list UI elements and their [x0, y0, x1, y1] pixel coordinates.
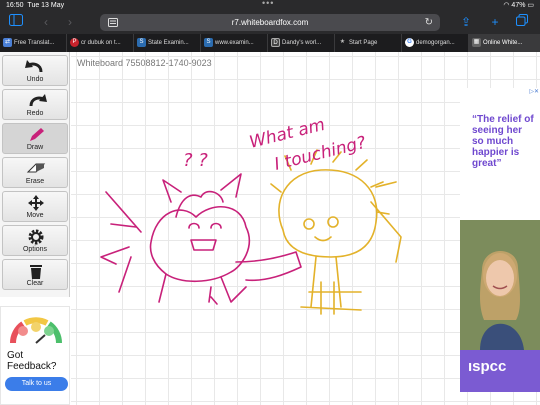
tab-google[interactable]: Gdemogorgan... — [402, 34, 469, 52]
url-text: r7.whiteboardfox.com — [231, 18, 309, 27]
question-marks: ? ? — [183, 150, 208, 171]
eraser-icon — [26, 163, 46, 173]
star-icon: ★ — [339, 39, 346, 45]
move-button[interactable]: Move — [2, 191, 68, 222]
status-time: 16:50 Tue 13 May — [6, 2, 65, 9]
clear-button[interactable]: Clear — [2, 259, 68, 290]
tab-dandys-world[interactable]: D Dandy's worl... — [268, 34, 335, 52]
share-icon[interactable]: ⇪ — [458, 14, 474, 30]
tab-bar: ⇄ Free Translat... Pcr dubuk on t... S Sta… — [0, 34, 540, 52]
status-indicators: ◠ 47% ▭ — [503, 2, 534, 9]
yellow-character-sketch — [270, 149, 402, 315]
dandy-icon: D — [271, 38, 280, 47]
forward-icon[interactable]: › — [62, 14, 78, 30]
tab-state-exam[interactable]: S State Examin... — [134, 34, 201, 52]
exam-icon: S — [204, 38, 213, 47]
google-icon: G — [405, 38, 414, 47]
new-tab-icon[interactable]: + — [487, 14, 503, 30]
erase-button[interactable]: Erase — [2, 157, 68, 188]
pen-icon — [30, 128, 44, 141]
draw-button[interactable]: Draw — [2, 123, 68, 154]
tabs-overview-icon[interactable] — [514, 14, 530, 30]
reload-icon[interactable]: ↻ — [425, 16, 433, 29]
ad-choices-icon[interactable]: ▷✕ — [529, 88, 539, 95]
feedback-widget: Got Feedback? Talk to us — [0, 306, 70, 405]
ad-quote-panel: ▷✕ “The relief of seeing her so much hap… — [460, 88, 540, 220]
tab-translate[interactable]: ⇄ Free Translat... — [0, 34, 67, 52]
feedback-title: Got Feedback? — [7, 350, 57, 372]
move-icon — [28, 195, 44, 211]
trash-icon — [30, 265, 42, 279]
address-bar[interactable]: r7.whiteboardfox.com ↻ — [100, 14, 440, 31]
handwriting: What am I touching? ? ? — [183, 115, 368, 175]
sidebar-icon[interactable] — [8, 14, 24, 30]
redo-icon — [29, 94, 47, 107]
redo-button[interactable]: Redo — [2, 89, 68, 120]
tab-start-page[interactable]: ★ Start Page — [335, 34, 402, 52]
translate-icon: ⇄ — [3, 38, 12, 47]
tab-examinations[interactable]: Swww.examin... — [201, 34, 268, 52]
tab-pinterest[interactable]: Pcr dubuk on t... — [67, 34, 134, 52]
ad-photo — [460, 220, 540, 350]
browser-toolbar: ‹ › r7.whiteboardfox.com ↻ ⇪ + — [0, 11, 540, 34]
feedback-gauge-icon — [9, 317, 63, 344]
pink-character-sketch — [100, 173, 302, 305]
multitask-dots-icon[interactable]: ••• — [262, 0, 274, 9]
ad-quote: “The relief of seeing her so much happie… — [472, 114, 534, 169]
state-exam-icon: S — [137, 38, 146, 47]
gear-icon — [28, 229, 44, 245]
ad-brand-logo: ıspcc — [468, 358, 507, 375]
battery-level: 47% — [511, 2, 526, 9]
undo-icon — [25, 60, 43, 73]
tab-online-whiteboard[interactable]: ▦ Online White... — [469, 34, 540, 52]
whiteboard-icon: ▦ — [472, 38, 481, 47]
talk-to-us-button[interactable]: Talk to us — [5, 377, 68, 391]
ad-banner[interactable]: ▷✕ “The relief of seeing her so much hap… — [460, 88, 540, 392]
back-icon[interactable]: ‹ — [38, 14, 54, 30]
pinterest-icon: P — [70, 38, 79, 47]
status-bar: 16:50 Tue 13 May ••• ◠ 47% ▭ — [0, 0, 540, 11]
options-button[interactable]: Options — [2, 225, 68, 256]
tool-panel: Undo Redo Draw Erase Move Options Clear — [0, 52, 70, 297]
undo-button[interactable]: Undo — [2, 55, 68, 86]
